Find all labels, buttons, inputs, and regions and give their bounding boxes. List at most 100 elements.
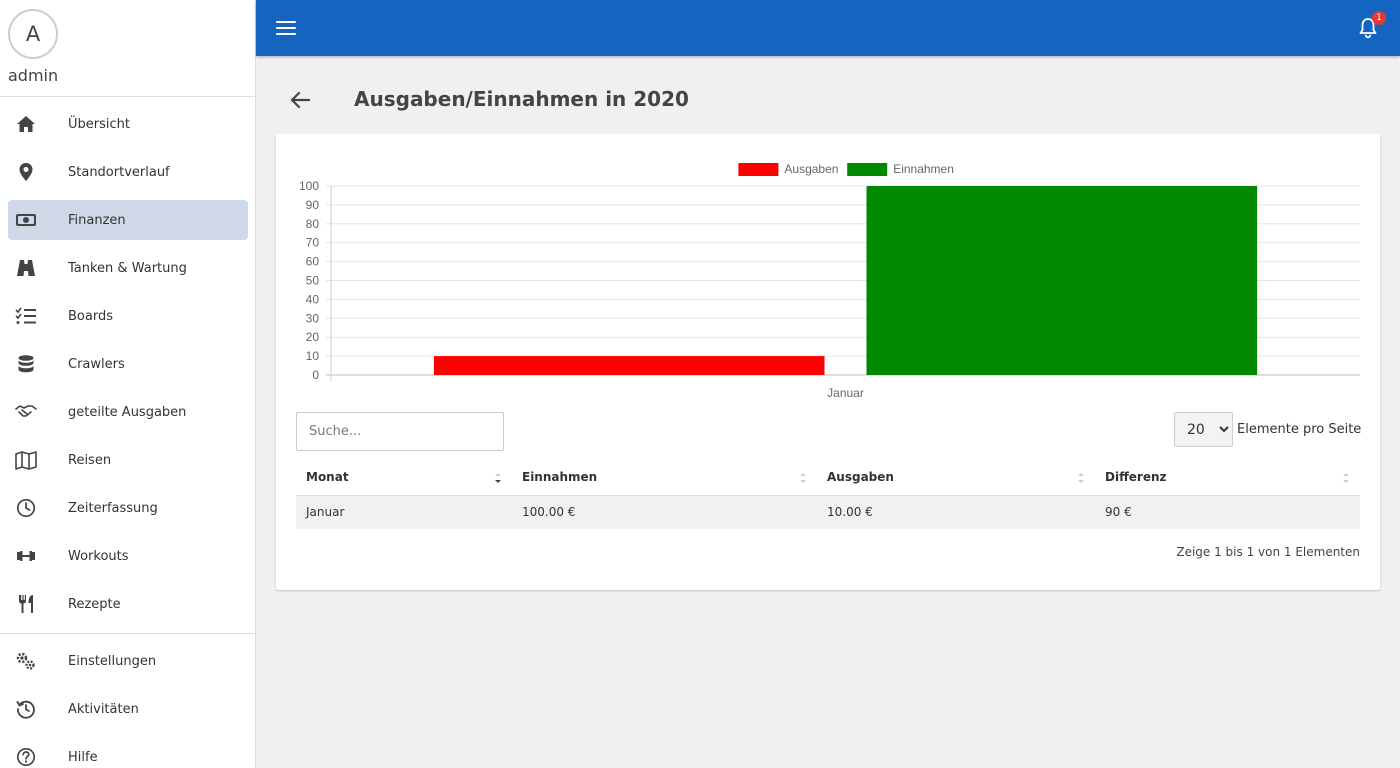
sidebar-item-label: Workouts [68,548,129,564]
sidebar-item-label: Crawlers [68,356,125,372]
y-tick-label: 70 [306,236,320,250]
sidebar-item-tanken-wartung[interactable]: Tanken & Wartung [8,248,248,288]
table-cell-einnahmen: 100.00 € [512,495,817,529]
chart-legend: Ausgaben Einnahmen [738,162,954,176]
handshake-icon [15,401,37,423]
bar-ausgaben [433,356,825,375]
home-icon [15,113,37,135]
clock-icon [15,497,37,519]
x-axis-ticks: Januar [827,386,864,400]
avatar[interactable]: A [8,9,58,59]
checklist-icon [15,305,37,327]
y-tick-label: 90 [306,198,320,212]
car-icon [15,257,37,279]
sidebar-item-geteilte-ausgaben[interactable]: geteilte Ausgaben [8,392,248,432]
history-icon [15,698,37,720]
sidebar-item-label: Standortverlauf [68,164,170,180]
table-header-row: Monat Einnahmen Ausgaben Differenz [296,459,1360,496]
search-input[interactable] [296,412,504,451]
column-label: Ausgaben [827,469,894,484]
y-tick-label: 0 [312,368,319,382]
sidebar-item-label: Tanken & Wartung [68,260,187,276]
user-profile: A admin [0,0,255,97]
sidebar-item-standortverlauf[interactable]: Standortverlauf [8,152,248,192]
column-header-ausgaben[interactable]: Ausgaben [817,459,1095,496]
username: admin [8,66,59,85]
nav-divider [0,633,255,634]
back-arrow-icon[interactable] [288,88,312,112]
per-page-select[interactable]: 20 [1174,412,1233,447]
bar-chart: Ausgaben Einnahmen 0 10 20 30 40 50 60 70 80 90 100… [299,162,1360,400]
dumbbell-icon [15,545,37,567]
sort-icon [800,473,806,483]
y-tick-label: 30 [306,311,320,325]
main-nav: Übersicht Standortverlauf Finanzen Tanke… [0,104,255,632]
sidebar-item-rezepte[interactable]: Rezepte [8,584,248,624]
sidebar-item-label: Übersicht [68,116,130,132]
legend-label: Einnahmen [893,162,954,176]
sidebar-item-label: Einstellungen [68,653,157,669]
column-header-einnahmen[interactable]: Einnahmen [512,459,817,496]
sidebar-item-label: Hilfe [68,749,98,765]
sort-desc-icon [495,473,501,483]
sidebar-item-label: Rezepte [68,596,121,612]
legend-swatch [738,163,779,176]
utensils-icon [15,593,37,615]
table-row[interactable]: Januar 100.00 € 10.00 € 90 € [296,495,1360,529]
y-tick-label: 50 [306,274,320,288]
y-tick-label: 100 [299,179,319,193]
table-cell-ausgaben: 10.00 € [817,495,1095,529]
legend-swatch [847,163,888,176]
sidebar-item-label: Boards [68,308,113,324]
column-label: Einnahmen [522,469,598,484]
sidebar-item-einstellungen[interactable]: Einstellungen [8,641,248,681]
table-info: Zeige 1 bis 1 von 1 Elementen [1176,545,1360,559]
column-header-monat[interactable]: Monat [296,459,512,496]
notification-badge: 1 [1372,11,1386,25]
y-tick-label: 40 [306,292,320,306]
gears-icon [15,650,37,672]
column-header-differenz[interactable]: Differenz [1095,459,1360,496]
bar-einnahmen [866,186,1258,375]
sidebar-item-zeiterfassung[interactable]: Zeiterfassung [8,488,248,528]
y-axis-ticks: 0 10 20 30 40 50 60 70 80 90 100 [299,179,319,382]
sort-icon [1078,473,1084,483]
database-icon [15,353,37,375]
sidebar-item-label: Reisen [68,452,112,468]
page-title: Ausgaben/Einnahmen in 2020 [354,87,689,111]
sort-icon [1343,473,1349,483]
hamburger-menu-icon[interactable] [276,16,296,40]
sidebar-item-label: Aktivitäten [68,701,139,717]
top-bar: 1 [256,0,1400,56]
table-cell-differenz: 90 € [1095,495,1360,529]
sidebar-item-finanzen[interactable]: Finanzen [8,200,248,240]
notification-bell-icon[interactable]: 1 [1356,11,1386,40]
sidebar-item-reisen[interactable]: Reisen [8,440,248,480]
sidebar-item-boards[interactable]: Boards [8,296,248,336]
map-pin-icon [15,161,37,183]
y-tick-label: 60 [306,255,320,269]
finance-table: Monat Einnahmen Ausgaben Differenz Janua… [296,459,1360,529]
column-label: Differenz [1105,469,1167,484]
help-icon [15,746,37,768]
sidebar-item-uebersicht[interactable]: Übersicht [8,104,248,144]
sidebar: A admin Übersicht Standortverlauf Finanz… [0,0,256,768]
secondary-nav: Einstellungen Aktivitäten Hilfe [0,641,255,768]
sidebar-item-crawlers[interactable]: Crawlers [8,344,248,384]
money-icon [15,209,37,231]
sidebar-item-hilfe[interactable]: Hilfe [8,737,248,768]
sidebar-item-label: geteilte Ausgaben [68,404,187,420]
sidebar-item-label: Finanzen [68,212,126,228]
table-cell-monat: Januar [296,495,512,529]
x-tick-label: Januar [827,386,864,400]
finance-card: Ausgaben Einnahmen 0 10 20 30 40 50 60 70 80 90 100… [276,134,1380,590]
per-page-label: Elemente pro Seite [1237,422,1362,437]
sidebar-item-label: Zeiterfassung [68,500,158,516]
column-label: Monat [306,469,349,484]
sidebar-item-aktivitaeten[interactable]: Aktivitäten [8,689,248,729]
y-tick-label: 80 [306,217,320,231]
y-tick-label: 10 [306,349,320,363]
legend-label: Ausgaben [784,162,838,176]
y-tick-label: 20 [306,330,320,344]
sidebar-item-workouts[interactable]: Workouts [8,536,248,576]
